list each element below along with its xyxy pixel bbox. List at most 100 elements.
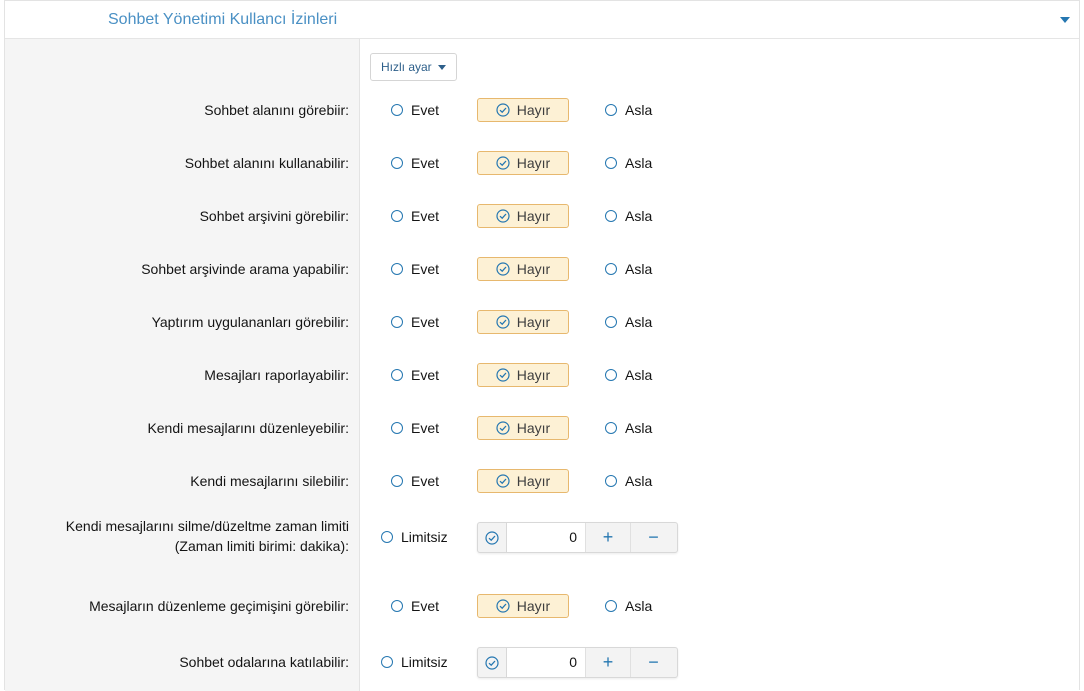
radio-circle-icon: [381, 531, 393, 543]
permission-label: Sohbet alanını kullanabilir:: [185, 148, 349, 178]
radio-circle-icon: [391, 316, 403, 328]
permission-row: Sohbet alanını kullanabilir: Evet Hayır Asl…: [0, 148, 1084, 178]
radio-circle-icon: [391, 475, 403, 487]
permission-row: Mesajları raporlayabilir: Evet Hayır Asla: [0, 360, 1084, 390]
caret-down-icon: [437, 64, 446, 70]
radio-label: Hayır: [516, 155, 551, 171]
radio-evet[interactable]: Evet: [391, 312, 439, 332]
radio-label: Evet: [411, 420, 440, 436]
permission-row: Sohbet odalarına katılabilir: Limitsiz 0 + −: [0, 647, 1084, 678]
radio-circle-icon: [605, 104, 617, 116]
permission-label-line: Yaptırım uygulananları görebilir:: [151, 314, 349, 330]
check-circle-icon[interactable]: [478, 523, 507, 552]
radio-asla[interactable]: Asla: [605, 100, 652, 120]
radio-hayir-selected[interactable]: Hayır: [477, 204, 569, 228]
radio-label: Limitsiz: [401, 654, 448, 670]
number-input[interactable]: 0: [507, 523, 586, 552]
radio-hayir-selected[interactable]: Hayır: [477, 98, 569, 122]
radio-asla[interactable]: Asla: [605, 153, 652, 173]
radio-label: Asla: [625, 473, 653, 489]
radio-label: Asla: [625, 420, 653, 436]
radio-circle-icon: [391, 422, 403, 434]
permission-label-line: Sohbet odalarına katılabilir:: [179, 654, 349, 670]
decrement-button[interactable]: −: [631, 523, 676, 552]
radio-asla[interactable]: Asla: [605, 365, 652, 385]
number-stepper: 0 + −: [477, 647, 678, 678]
radio-circle-icon: [391, 210, 403, 222]
radio-circle-icon: [605, 210, 617, 222]
quick-settings-button[interactable]: Hızlı ayar: [370, 53, 457, 81]
permission-label-line: (Zaman limiti birimi: dakika):: [174, 538, 349, 554]
radio-evet[interactable]: Evet: [391, 365, 439, 385]
radio-evet[interactable]: Evet: [391, 100, 439, 120]
permission-row: Sohbet alanını görebiir: Evet Hayır Asla: [0, 95, 1084, 125]
radio-hayir-selected[interactable]: Hayır: [477, 594, 569, 618]
permission-label: Kendi mesajlarını düzenleyebilir:: [147, 413, 349, 443]
radio-asla[interactable]: Asla: [605, 312, 652, 332]
radio-label: Hayır: [516, 261, 551, 277]
radio-circle-icon: [605, 157, 617, 169]
permission-label-line: Sohbet alanını görebiir:: [204, 102, 349, 118]
radio-limitsiz[interactable]: Limitsiz: [381, 652, 448, 672]
permission-label-line: Sohbet alanını kullanabilir:: [184, 155, 349, 171]
radio-asla[interactable]: Asla: [605, 259, 652, 279]
permission-label: Sohbet odalarına katılabilir:: [179, 647, 349, 677]
radio-evet[interactable]: Evet: [391, 418, 439, 438]
radio-hayir-selected[interactable]: Hayır: [477, 469, 569, 493]
increment-button[interactable]: +: [586, 523, 631, 552]
permission-label-line: Kendi mesajlarını silebilir:: [190, 473, 349, 489]
radio-label: Evet: [411, 208, 440, 224]
radio-hayir-selected[interactable]: Hayır: [477, 151, 569, 175]
permission-label: Sohbet arşivini görebilir:: [200, 201, 349, 231]
permission-row: Yaptırım uygulananları görebilir: Evet Hay…: [0, 307, 1084, 337]
radio-circle-icon: [381, 656, 393, 668]
check-circle-icon: [496, 421, 510, 435]
permission-row: Kendi mesajlarını düzenleyebilir: Evet Hay…: [0, 413, 1084, 443]
radio-label: Hayır: [516, 208, 551, 224]
radio-limitsiz[interactable]: Limitsiz: [381, 527, 448, 547]
decrement-button[interactable]: −: [631, 648, 676, 677]
radio-hayir-selected[interactable]: Hayır: [477, 257, 569, 281]
radio-label: Evet: [411, 155, 440, 171]
permission-row: Mesajların düzenleme geçimişini görebili…: [0, 591, 1084, 621]
check-circle-icon[interactable]: [478, 648, 507, 677]
caret-down-icon[interactable]: [1060, 17, 1070, 23]
radio-evet[interactable]: Evet: [391, 153, 439, 173]
check-circle-icon: [496, 315, 510, 329]
radio-asla[interactable]: Asla: [605, 596, 652, 616]
radio-asla[interactable]: Asla: [605, 418, 652, 438]
radio-circle-icon: [391, 369, 403, 381]
radio-label: Hayır: [516, 102, 551, 118]
number-stepper: 0 + −: [477, 522, 678, 553]
permission-label: Mesajları raporlayabilir:: [204, 360, 349, 390]
radio-label: Asla: [625, 367, 653, 383]
radio-label: Evet: [411, 261, 440, 277]
radio-evet[interactable]: Evet: [391, 471, 439, 491]
section-header[interactable]: Sohbet Yönetimi Kullancı İzinleri: [5, 1, 1079, 39]
check-circle-icon: [496, 368, 510, 382]
radio-hayir-selected[interactable]: Hayır: [477, 363, 569, 387]
radio-circle-icon: [391, 600, 403, 612]
number-input[interactable]: 0: [507, 648, 586, 677]
permission-label: Sohbet arşivinde arama yapabilir:: [141, 254, 349, 284]
radio-label: Asla: [625, 155, 653, 171]
radio-circle-icon: [605, 369, 617, 381]
permission-label-line: Mesajları raporlayabilir:: [204, 367, 349, 383]
permission-row: Kendi mesajlarını silme/düzeltme zaman l…: [0, 518, 1084, 554]
radio-label: Asla: [625, 261, 653, 277]
check-circle-icon: [496, 103, 510, 117]
increment-button[interactable]: +: [586, 648, 631, 677]
permission-label: Mesajların düzenleme geçimişini görebili…: [89, 591, 349, 621]
radio-evet[interactable]: Evet: [391, 596, 439, 616]
radio-circle-icon: [605, 475, 617, 487]
radio-hayir-selected[interactable]: Hayır: [477, 416, 569, 440]
radio-asla[interactable]: Asla: [605, 206, 652, 226]
radio-label: Evet: [411, 102, 440, 118]
radio-label: Limitsiz: [401, 529, 448, 545]
radio-evet[interactable]: Evet: [391, 206, 439, 226]
radio-evet[interactable]: Evet: [391, 259, 439, 279]
radio-circle-icon: [605, 316, 617, 328]
radio-asla[interactable]: Asla: [605, 471, 652, 491]
check-circle-icon: [496, 209, 510, 223]
radio-hayir-selected[interactable]: Hayır: [477, 310, 569, 334]
